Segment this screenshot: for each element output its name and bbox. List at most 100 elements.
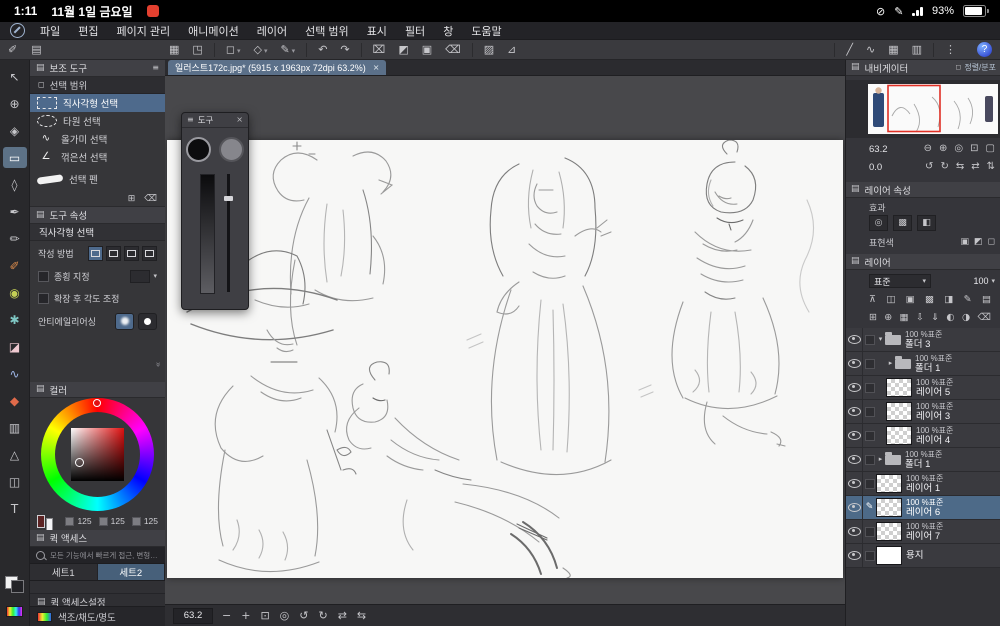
rotate-right-icon[interactable]: ↻ — [318, 610, 327, 621]
transfer-down-icon[interactable]: ⇩ — [916, 313, 924, 323]
draft-layer-icon[interactable]: ✎ — [964, 295, 972, 305]
layer-row[interactable]: 100 %표준 레이어 1 — [846, 472, 1000, 496]
zoom-value-box[interactable]: 63.2 — [173, 607, 213, 624]
layer-visibility-cell[interactable] — [846, 472, 863, 495]
apply-mask-icon[interactable]: ◑ — [962, 313, 970, 323]
delete-layer-icon[interactable]: ⌫ — [978, 313, 991, 323]
eye-icon[interactable] — [847, 479, 861, 488]
subtool-item[interactable]: 선택 펜 — [30, 166, 165, 192]
layer-visibility-cell[interactable] — [846, 376, 863, 399]
selection-lasso-icon[interactable]: ◇ ▾ — [253, 44, 267, 55]
layer-row[interactable]: ▾ 100 %표준 폴더 3 — [846, 328, 1000, 352]
canvas-settings-icon[interactable]: ▦ — [169, 44, 179, 55]
antialias-hard-button[interactable] — [138, 312, 157, 330]
layer-checkbox[interactable] — [864, 334, 875, 345]
airbrush-tool[interactable]: ◉ — [3, 282, 27, 303]
material-palette-icon[interactable]: ▥ — [912, 44, 922, 55]
quick-access-body[interactable] — [30, 581, 165, 593]
eye-icon[interactable] — [847, 359, 861, 368]
selection-pen-icon[interactable]: ✎ ▾ — [280, 44, 295, 55]
layer-checkbox[interactable] — [864, 382, 875, 393]
decoration-tool[interactable]: ✱ — [3, 309, 27, 330]
menu-item[interactable]: 파일 — [31, 23, 69, 39]
eye-icon[interactable] — [847, 527, 861, 536]
aspect-dropdown-icon[interactable]: ▾ — [153, 272, 157, 280]
create-mask-icon[interactable]: ◐ — [946, 313, 954, 323]
navigator-preview[interactable] — [846, 80, 1000, 138]
rotate-left-icon[interactable]: ↺ — [299, 610, 308, 621]
help-icon[interactable]: ? — [977, 42, 992, 57]
layer-row[interactable]: ▸ 100 %표준 폴더 1 — [846, 352, 1000, 376]
value-slider[interactable] — [200, 174, 215, 294]
navigator-zoom-value[interactable]: 63.2 — [869, 144, 888, 155]
flip-horizontal-icon[interactable]: ⇄ — [971, 162, 979, 172]
mono-mode-icon[interactable]: ◻ — [988, 237, 995, 247]
eye-icon[interactable] — [847, 503, 861, 512]
layer-row[interactable]: 100 %표준 레이어 3 — [846, 400, 1000, 424]
text-tool[interactable]: T — [3, 498, 27, 519]
eye-icon[interactable] — [847, 335, 861, 344]
zoom-out-icon[interactable]: ⊖ — [924, 144, 932, 154]
blend-mode-select[interactable]: 표준 ▾ — [869, 274, 931, 288]
move-tool[interactable]: ⊕ — [3, 93, 27, 114]
subtool-item[interactable]: ∠ 꺾은선 선택 — [30, 148, 165, 166]
layer-visibility-cell[interactable] — [846, 448, 863, 471]
layer-visibility-cell[interactable] — [846, 496, 863, 519]
fill-tool[interactable]: ◆ — [3, 390, 27, 411]
opacity-slider[interactable] — [224, 174, 233, 292]
layer-visibility-cell[interactable] — [846, 352, 863, 375]
layer-row[interactable]: ✎ 100 %표준 레이어 6 — [846, 496, 1000, 520]
method-add-button[interactable] — [106, 245, 121, 261]
eyedropper-tool[interactable]: ◊ — [3, 174, 27, 195]
zoom-out-icon[interactable]: − — [222, 610, 231, 621]
brush-settings-icon[interactable]: ✐ — [8, 44, 17, 55]
close-panel-icon[interactable]: × — [236, 116, 243, 124]
actual-size-icon[interactable]: ◎ — [280, 610, 290, 621]
color-set-icon[interactable] — [6, 606, 23, 617]
eye-icon[interactable] — [847, 551, 861, 560]
layer-color-icon[interactable]: ◧ — [917, 215, 936, 231]
layer-check-cell[interactable] — [863, 454, 876, 465]
sv-marker[interactable] — [75, 458, 84, 467]
layer-check-cell[interactable] — [863, 382, 876, 393]
layer-checkbox[interactable] — [864, 430, 875, 441]
new-folder-icon[interactable]: ▦ — [900, 313, 909, 323]
layer-checkbox[interactable] — [864, 526, 875, 537]
background-color-swatch[interactable] — [45, 517, 54, 531]
aspect-checkbox[interactable] — [38, 270, 49, 282]
tone-effect-icon[interactable]: ▩ — [893, 215, 912, 231]
layer-checkbox[interactable] — [864, 454, 875, 465]
layer-row[interactable]: 100 %표준 레이어 4 — [846, 424, 1000, 448]
zoom-in-icon[interactable]: + — [241, 610, 250, 621]
slider-handle[interactable] — [224, 196, 233, 201]
lock-transparent-icon[interactable]: ▩ — [925, 295, 934, 305]
layer-check-cell[interactable] — [863, 526, 876, 537]
layer-checkbox[interactable] — [864, 358, 875, 369]
quick-access-tab[interactable]: 세트1 — [30, 564, 98, 580]
method-new-button[interactable] — [88, 245, 103, 261]
layer-checkbox[interactable] — [864, 550, 875, 561]
workspace-layout-icon[interactable]: ▤ — [31, 44, 41, 55]
layer-visibility-cell[interactable] — [846, 520, 863, 543]
flip-horizontal-icon[interactable]: ⇄ — [338, 610, 347, 621]
navigator-rotate-value[interactable]: 0.0 — [869, 162, 882, 173]
fill-selection-icon[interactable]: ▨ — [484, 44, 494, 55]
main-color-circle[interactable] — [186, 137, 211, 162]
gradient-tool[interactable]: ▥ — [3, 417, 27, 438]
menu-item[interactable]: 창 — [434, 23, 462, 39]
selection-tool[interactable]: ▭ — [2, 147, 27, 168]
eye-icon[interactable] — [847, 455, 861, 464]
layer-row[interactable]: 100 %표준 레이어 5 — [846, 376, 1000, 400]
pen-tool[interactable]: ✒ — [3, 201, 27, 222]
menu-item[interactable]: 애니메이션 — [179, 23, 248, 39]
foreground-color-swatch[interactable] — [37, 514, 45, 528]
subtool-item[interactable]: 타원 선택 — [30, 112, 165, 130]
layer-row[interactable]: ▸ 100 %표준 폴더 1 — [846, 448, 1000, 472]
lock-layer-icon[interactable]: ▣ — [906, 295, 915, 305]
angle-adjust-checkbox[interactable] — [38, 292, 49, 304]
reference-layer-icon[interactable]: ◫ — [886, 295, 895, 305]
main-sub-color-swatch[interactable] — [5, 576, 24, 593]
hue-marker[interactable] — [93, 399, 101, 407]
saturation-value-square[interactable] — [71, 428, 124, 481]
menu-item[interactable]: 페이지 관리 — [108, 23, 180, 39]
